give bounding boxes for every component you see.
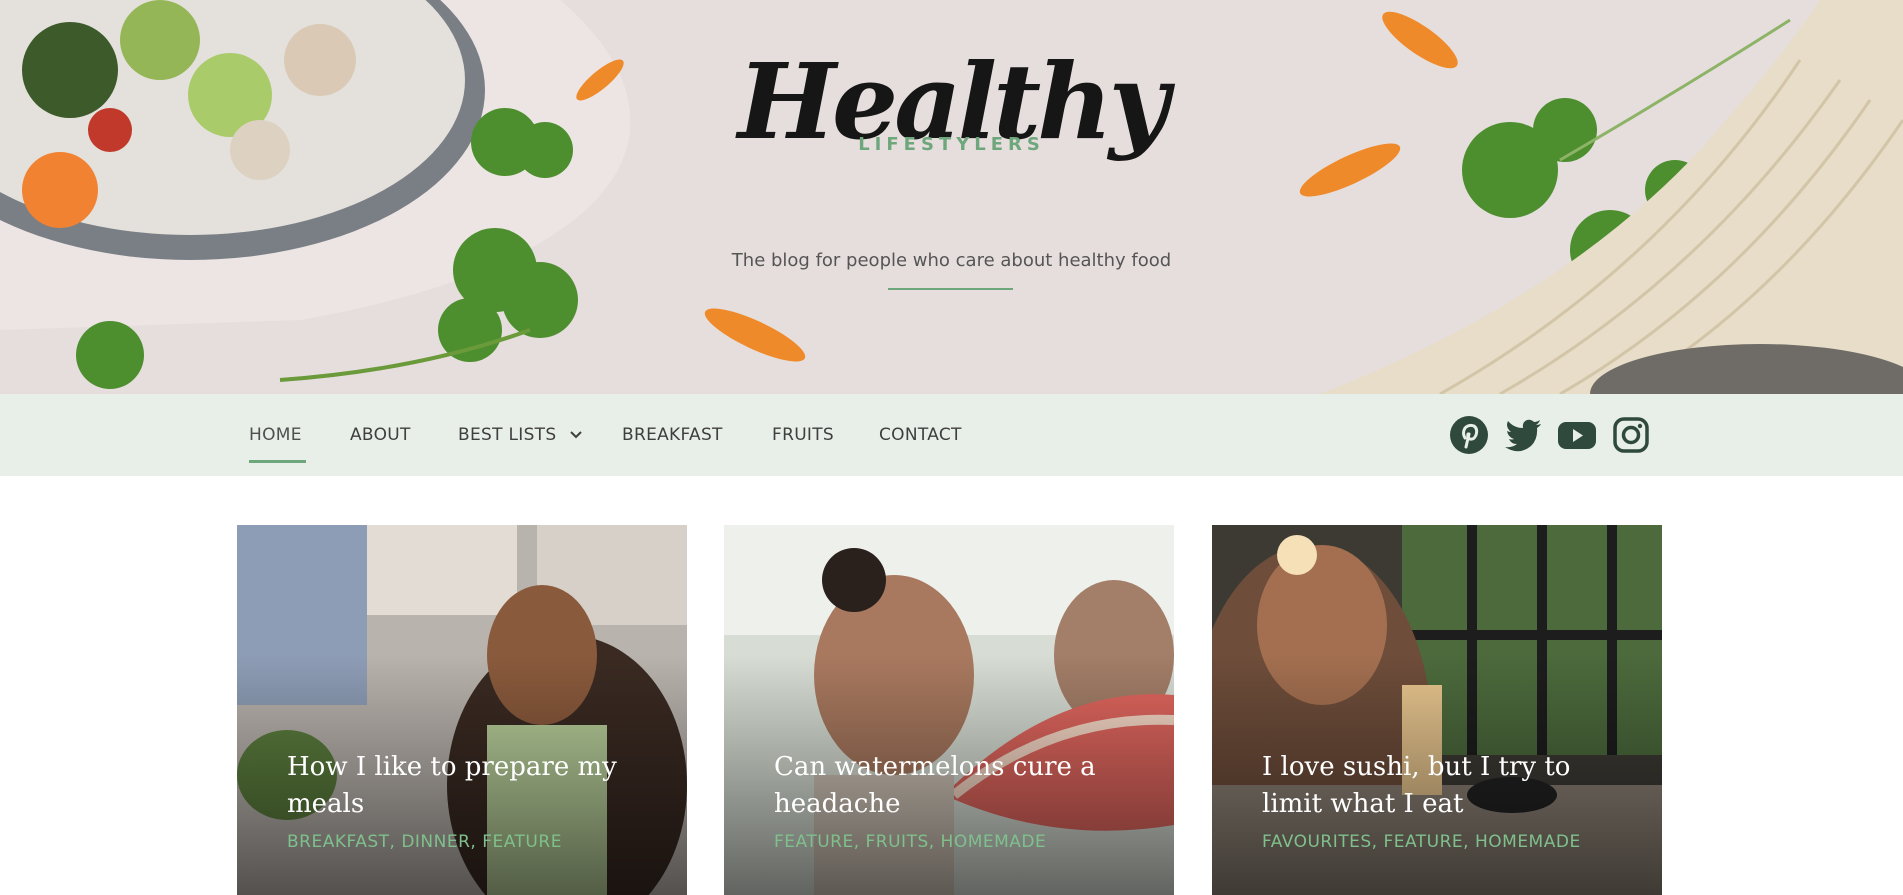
nav-item-home[interactable]: HOME (249, 394, 302, 476)
post-title[interactable]: I love sushi, but I try to limit what I … (1262, 749, 1622, 823)
nav-item-fruits[interactable]: FRUITS (772, 394, 834, 476)
nav-item-label: ABOUT (350, 425, 411, 445)
nav-active-indicator (249, 460, 306, 463)
twitter-icon[interactable] (1502, 414, 1544, 456)
nav-item-label: CONTACT (879, 425, 962, 445)
nav-item-about[interactable]: ABOUT (350, 394, 411, 476)
hero-banner: Healthy LIFESTYLERS The blog for people … (0, 0, 1903, 394)
tagline-divider (888, 288, 1013, 290)
post-categories[interactable]: FEATURE, FRUITS, HOMEMADE (774, 832, 1154, 852)
post-title[interactable]: How I like to prepare my meals (287, 749, 647, 823)
post-card[interactable]: Can watermelons cure a headache FEATURE,… (724, 525, 1174, 895)
nav-item-label: FRUITS (772, 425, 835, 445)
post-card[interactable]: How I like to prepare my meals BREAKFAST… (237, 525, 687, 895)
nav-item-best-lists[interactable]: BEST LISTS (458, 394, 582, 476)
nav-item-label: BREAKFAST (622, 425, 723, 445)
youtube-icon[interactable] (1556, 414, 1598, 456)
post-categories[interactable]: BREAKFAST, DINNER, FEATURE (287, 832, 667, 852)
site-logo-subtitle: LIFESTYLERS (858, 134, 1045, 155)
post-card[interactable]: I love sushi, but I try to limit what I … (1212, 525, 1662, 895)
post-categories[interactable]: FAVOURITES, FEATURE, HOMEMADE (1262, 832, 1642, 852)
nav-item-contact[interactable]: CONTACT (879, 394, 962, 476)
instagram-icon[interactable] (1610, 414, 1652, 456)
site-tagline: The blog for people who care about healt… (731, 250, 1172, 271)
nav-item-label: HOME (249, 425, 302, 445)
chevron-down-icon (570, 431, 582, 439)
nav-item-label: BEST LISTS (458, 425, 557, 445)
nav-item-breakfast[interactable]: BREAKFAST (622, 394, 723, 476)
post-title[interactable]: Can watermelons cure a headache (774, 749, 1134, 823)
pinterest-icon[interactable] (1448, 414, 1490, 456)
